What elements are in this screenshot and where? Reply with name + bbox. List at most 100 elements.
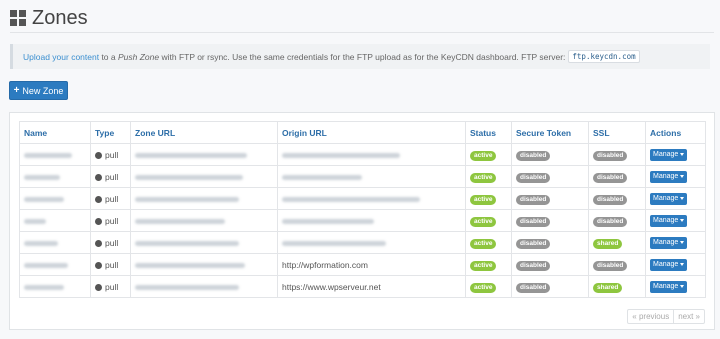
new-zone-button[interactable]: + New Zone (9, 81, 68, 100)
table-row: pull active disabled disabled Manage (19, 209, 706, 232)
header-ssl[interactable]: SSL (588, 121, 646, 144)
header-secure-token[interactable]: Secure Token (511, 121, 589, 144)
caret-down-icon (680, 218, 685, 222)
status-cell: active (465, 165, 512, 188)
zone-url (130, 231, 278, 254)
secure-token-cell: disabled (511, 187, 589, 210)
actions-cell: Manage (645, 209, 706, 232)
origin-url: https://www.wpserveur.net (277, 275, 466, 298)
status-badge: active (470, 260, 497, 271)
pull-dot-icon (95, 239, 102, 247)
zone-type: pull (90, 165, 131, 188)
secure-token-cell: disabled (511, 165, 589, 188)
caret-down-icon (680, 284, 685, 288)
manage-button[interactable]: Manage (650, 149, 688, 161)
page-title: Zones (32, 6, 88, 29)
header-status[interactable]: Status (465, 121, 512, 144)
upload-content-link[interactable]: Upload your content (23, 52, 99, 62)
manage-button[interactable]: Manage (650, 171, 688, 183)
ssl-badge: disabled (593, 260, 628, 271)
ssl-badge: shared (593, 238, 623, 249)
zone-url (130, 165, 278, 188)
status-cell: active (465, 231, 512, 254)
manage-button[interactable]: Manage (650, 193, 688, 205)
new-zone-label: New Zone (22, 85, 64, 96)
zone-name (19, 231, 91, 254)
caret-down-icon (680, 152, 685, 156)
page-header: Zones (10, 5, 88, 31)
zone-name (19, 165, 91, 188)
previous-page-button[interactable]: « previous (627, 309, 675, 324)
ssl-badge: disabled (593, 150, 628, 161)
zone-url (130, 187, 278, 210)
pull-dot-icon (95, 261, 102, 269)
zone-name (19, 187, 91, 210)
origin-url (277, 165, 466, 188)
grid-icon (10, 10, 26, 26)
secure-token-cell: disabled (511, 253, 589, 276)
zone-type: pull (90, 253, 131, 276)
header-name[interactable]: Name (19, 121, 91, 144)
status-badge: active (470, 282, 497, 293)
header-actions: Actions (645, 121, 706, 144)
ftp-server-code: ftp.keycdn.com (568, 50, 640, 63)
table-row: pull active disabled disabled Manage (19, 187, 706, 210)
pull-dot-icon (95, 195, 102, 203)
pull-dot-icon (95, 217, 102, 225)
zone-name (19, 143, 91, 166)
info-banner: Upload your content to a Push Zone with … (10, 44, 710, 69)
pull-dot-icon (95, 173, 102, 181)
actions-cell: Manage (645, 187, 706, 210)
secure-token-badge: disabled (516, 172, 551, 183)
caret-down-icon (680, 240, 685, 244)
push-zone-text: Push Zone (117, 51, 160, 62)
header-origin-url[interactable]: Origin URL (277, 121, 466, 144)
zone-url (130, 275, 278, 298)
caret-down-icon (680, 196, 685, 200)
ssl-cell: disabled (588, 143, 646, 166)
secure-token-badge: disabled (516, 238, 551, 249)
ssl-badge: disabled (593, 194, 628, 205)
header-zone-url[interactable]: Zone URL (130, 121, 278, 144)
pagination: « previous next » (627, 309, 705, 324)
zones-table: Name Type Zone URL Origin URL Status Sec… (19, 121, 706, 298)
manage-button[interactable]: Manage (650, 281, 688, 293)
zone-url (130, 143, 278, 166)
status-badge: active (470, 150, 497, 161)
manage-button[interactable]: Manage (650, 215, 688, 227)
table-row: pull active disabled disabled Manage (19, 165, 706, 188)
secure-token-badge: disabled (516, 260, 551, 271)
secure-token-badge: disabled (516, 194, 551, 205)
status-badge: active (470, 216, 497, 227)
zone-type: pull (90, 231, 131, 254)
table-header-row: Name Type Zone URL Origin URL Status Sec… (19, 121, 706, 144)
origin-url: http://wpformation.com (277, 253, 466, 276)
info-text-1: to a (99, 51, 118, 62)
secure-token-badge: disabled (516, 282, 551, 293)
manage-button[interactable]: Manage (650, 237, 688, 249)
table-row: pull active disabled shared Manage (19, 231, 706, 254)
ssl-cell: shared (588, 275, 646, 298)
zone-name (19, 275, 91, 298)
secure-token-cell: disabled (511, 143, 589, 166)
secure-token-badge: disabled (516, 150, 551, 161)
zone-url (130, 253, 278, 276)
origin-url (277, 187, 466, 210)
caret-down-icon (680, 174, 685, 178)
pull-dot-icon (95, 151, 102, 159)
secure-token-cell: disabled (511, 275, 589, 298)
zone-type: pull (90, 187, 131, 210)
ssl-cell: disabled (588, 187, 646, 210)
ssl-badge: disabled (593, 172, 628, 183)
table-row: pull active disabled disabled Manage (19, 143, 706, 166)
ssl-cell: disabled (588, 165, 646, 188)
ssl-badge: disabled (593, 216, 628, 227)
header-type[interactable]: Type (90, 121, 131, 144)
manage-button[interactable]: Manage (650, 259, 688, 271)
next-page-button[interactable]: next » (673, 309, 705, 324)
actions-cell: Manage (645, 165, 706, 188)
zones-panel: Name Type Zone URL Origin URL Status Sec… (9, 112, 715, 330)
pull-dot-icon (95, 283, 102, 291)
ssl-cell: shared (588, 231, 646, 254)
status-cell: active (465, 253, 512, 276)
